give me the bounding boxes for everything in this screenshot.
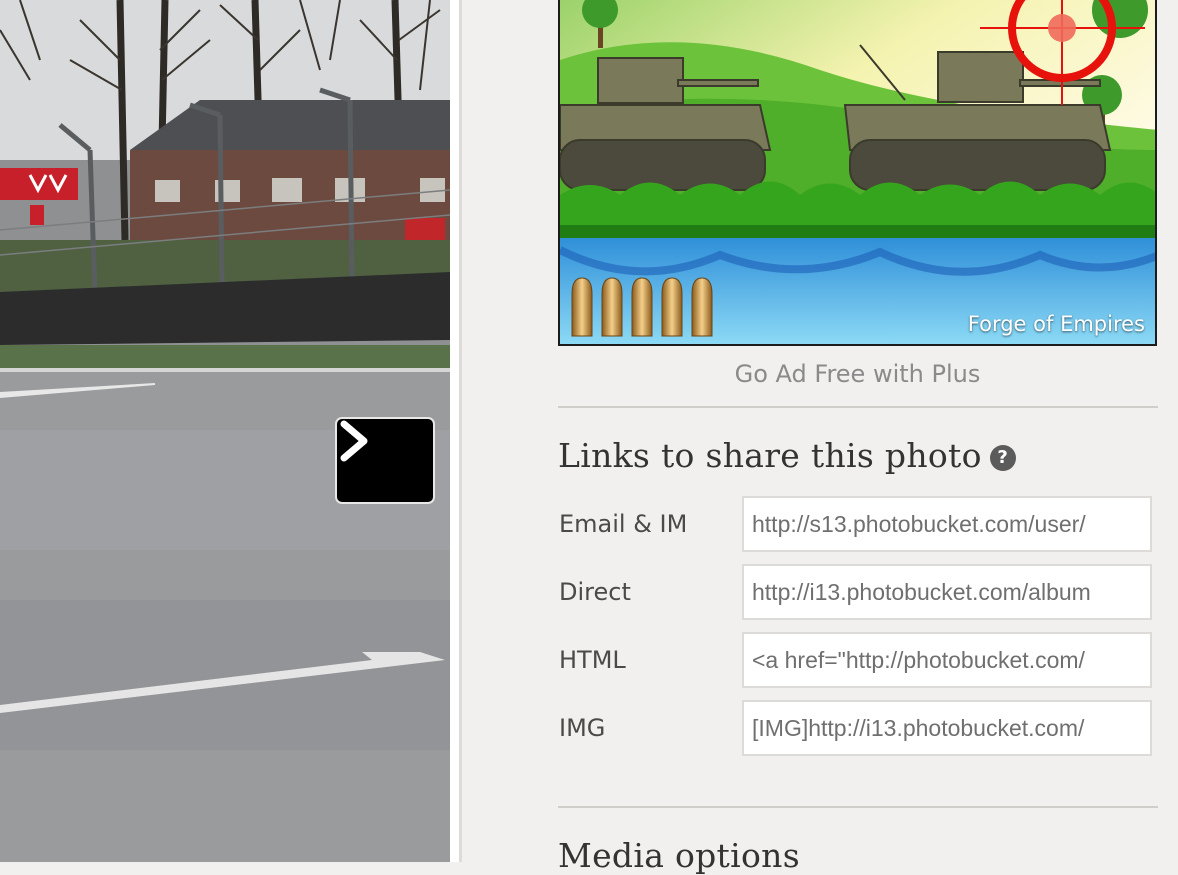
- help-icon[interactable]: ?: [989, 445, 1016, 471]
- section-divider: [558, 806, 1158, 808]
- link-label-email: Email & IM: [559, 510, 688, 538]
- img-link-field[interactable]: [IMG]http://i13.photobucket.com/: [742, 700, 1152, 756]
- sidebar-panel: Forge of Empires Go Ad Free with Plus Li…: [462, 0, 1178, 875]
- media-options-heading: Media options: [558, 836, 800, 875]
- bullet-icon: [631, 277, 653, 337]
- bullet-icon: [571, 277, 593, 337]
- viewer-divider: [450, 0, 462, 862]
- chevron-right-icon: [340, 420, 368, 462]
- tank-game-ad-image: [560, 0, 1155, 344]
- link-label-direct: Direct: [559, 578, 631, 606]
- go-ad-free-link[interactable]: Go Ad Free with Plus: [558, 360, 1157, 388]
- link-label-img: IMG: [559, 714, 606, 742]
- direct-link-field[interactable]: http://i13.photobucket.com/album: [742, 564, 1152, 620]
- next-photo-button[interactable]: [335, 417, 435, 504]
- share-links-heading: Links to share this photo?: [558, 436, 1016, 475]
- html-link-field[interactable]: <a href="http://photobucket.com/: [742, 632, 1152, 688]
- bullet-icon: [661, 277, 683, 337]
- ad-caption: Forge of Empires: [967, 312, 1145, 336]
- share-links-title: Links to share this photo: [558, 436, 982, 475]
- section-divider: [558, 406, 1158, 408]
- bullet-icon: [601, 277, 623, 337]
- email-link-field[interactable]: http://s13.photobucket.com/user/: [742, 496, 1152, 552]
- link-label-html: HTML: [559, 646, 626, 674]
- photo-viewer: [0, 0, 450, 862]
- advertisement-banner[interactable]: Forge of Empires: [558, 0, 1157, 346]
- bullet-icon: [691, 277, 713, 337]
